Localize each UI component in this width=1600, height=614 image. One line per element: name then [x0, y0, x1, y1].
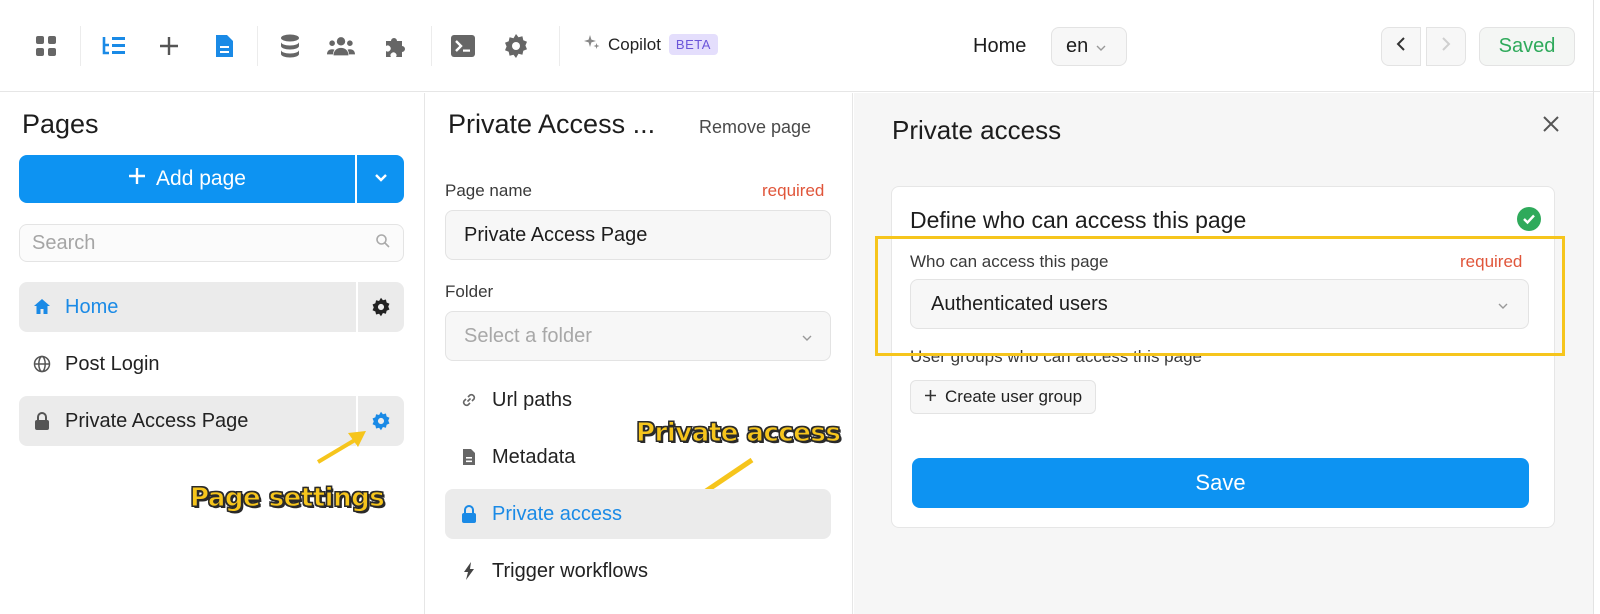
plugins-icon[interactable]	[381, 32, 409, 60]
page-settings-annotation: Page settings	[189, 483, 385, 514]
plus-icon	[128, 167, 146, 191]
window-edge	[1593, 0, 1594, 614]
chevron-left-icon	[1396, 37, 1406, 56]
toolbar-divider	[257, 26, 258, 66]
toolbar-divider	[431, 26, 432, 66]
create-user-group-button[interactable]: Create user group	[910, 380, 1097, 414]
private-access-annotation: Private access	[635, 418, 841, 449]
history-back-button[interactable]	[1381, 27, 1421, 66]
settings-icon[interactable]	[502, 32, 530, 60]
toolbar-divider	[80, 26, 81, 66]
page-item-post-login[interactable]: Post Login	[19, 339, 404, 389]
chevron-right-icon	[1441, 37, 1451, 56]
page-item-label: Home	[65, 295, 119, 318]
private-access-title: Private access	[892, 115, 1062, 145]
link-icon	[445, 391, 492, 409]
document-icon	[445, 448, 492, 466]
add-page-button[interactable]: Add page	[19, 155, 355, 203]
create-user-group-label: Create user group	[945, 387, 1083, 406]
copilot-label: Copilot	[608, 34, 661, 54]
page-search	[19, 224, 404, 262]
terminal-icon[interactable]	[449, 32, 477, 60]
page-settings-title: Private Access ...	[448, 109, 656, 139]
database-icon[interactable]	[276, 32, 304, 60]
folder-label: Folder	[445, 282, 494, 301]
add-page-label: Add page	[156, 167, 246, 190]
menu-item-label: Trigger workflows	[492, 559, 648, 582]
private-access-panel: Private access Define who can access thi…	[854, 93, 1593, 614]
history-forward-button[interactable]	[1426, 27, 1466, 66]
saved-status-button[interactable]: Saved	[1479, 27, 1575, 66]
page-item-private-access[interactable]: Private Access Page	[19, 396, 404, 446]
page-name-field[interactable]: Private Access Page	[445, 210, 831, 260]
lightning-icon	[445, 561, 492, 581]
beta-badge: BETA	[668, 34, 718, 55]
page-name-label: Page name	[445, 181, 532, 200]
apps-icon[interactable]	[32, 32, 60, 60]
toolbar-divider	[559, 26, 560, 66]
save-button[interactable]: Save	[912, 458, 1529, 508]
globe-icon	[19, 355, 65, 373]
lock-icon	[19, 412, 65, 430]
language-select[interactable]: en	[1051, 27, 1127, 66]
menu-item-private-access[interactable]: Private access	[445, 489, 831, 539]
check-circle-icon	[1517, 207, 1541, 231]
remove-page-link[interactable]: Remove page	[699, 117, 811, 138]
pages-panel: Pages Add page Home Post Login	[0, 93, 425, 614]
menu-item-trigger-workflows[interactable]: Trigger workflows	[445, 546, 831, 596]
gear-icon[interactable]	[356, 396, 404, 446]
pages-title: Pages	[22, 109, 99, 139]
add-icon[interactable]	[155, 32, 183, 60]
search-input[interactable]	[32, 231, 375, 255]
folder-select[interactable]: Select a folder	[445, 311, 831, 361]
highlight-box	[875, 236, 1565, 356]
top-toolbar: Copilot BETA Home en Saved	[0, 0, 1600, 92]
page-settings-panel: Private Access ... Remove page Page name…	[426, 93, 853, 614]
menu-item-label: Metadata	[492, 445, 576, 468]
page-item-label: Private Access Page	[65, 409, 249, 432]
chevron-down-icon	[1096, 35, 1106, 58]
users-icon[interactable]	[327, 32, 355, 60]
menu-item-label: Url paths	[492, 388, 573, 411]
gear-icon[interactable]	[356, 282, 404, 332]
page-item-label: Post Login	[65, 352, 160, 375]
search-icon	[375, 233, 391, 254]
chevron-down-icon	[802, 325, 812, 348]
folder-placeholder: Select a folder	[464, 324, 592, 347]
sparkle-icon	[584, 34, 600, 55]
page-item-home[interactable]: Home	[19, 282, 404, 332]
plus-icon	[924, 387, 937, 407]
page-tree-icon[interactable]	[100, 32, 128, 60]
copilot-button[interactable]: Copilot BETA	[584, 34, 718, 55]
language-value: en	[1066, 35, 1089, 57]
page-icon[interactable]	[210, 32, 238, 60]
home-icon	[19, 298, 65, 316]
current-page-label: Home	[973, 35, 1027, 57]
required-label: required	[762, 181, 825, 200]
menu-item-label: Private access	[492, 502, 623, 525]
add-page-dropdown-button[interactable]	[357, 155, 404, 203]
close-icon[interactable]	[1540, 113, 1564, 137]
chevron-down-icon	[374, 170, 388, 188]
card-title: Define who can access this page	[910, 207, 1247, 233]
lock-icon	[445, 505, 492, 523]
